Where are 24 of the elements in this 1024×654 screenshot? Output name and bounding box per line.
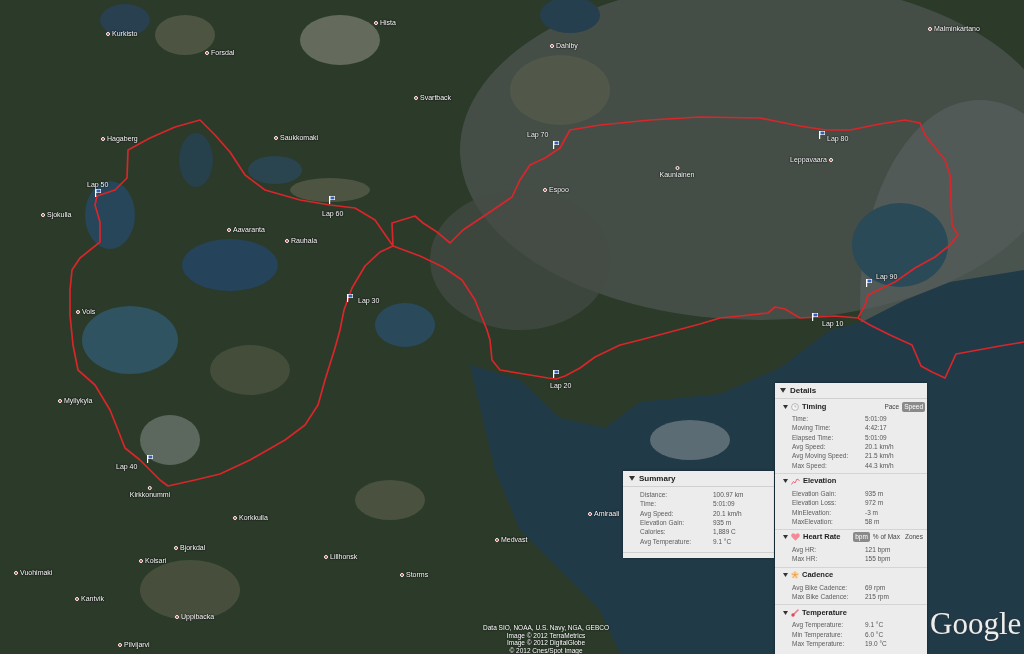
panel-title: Summary xyxy=(639,473,676,484)
flag-icon xyxy=(347,294,353,302)
flag-icon xyxy=(329,196,335,204)
disclosure-triangle-icon[interactable] xyxy=(783,479,788,484)
flag-icon xyxy=(553,141,559,149)
flag-icon xyxy=(553,370,559,378)
panel-title: Details xyxy=(790,385,817,396)
flag-icon xyxy=(819,131,825,139)
clock-icon xyxy=(791,402,799,411)
disclosure-triangle-icon[interactable] xyxy=(783,573,788,578)
disclosure-triangle-icon[interactable] xyxy=(780,388,786,393)
disclosure-triangle-icon[interactable] xyxy=(783,404,788,409)
disclosure-triangle-icon[interactable] xyxy=(629,476,635,481)
flag-icon xyxy=(812,313,818,321)
flag-icon xyxy=(147,455,153,463)
heart-icon xyxy=(791,533,800,542)
line-chart-icon xyxy=(791,477,800,485)
map-logo: Google xyxy=(930,605,1022,643)
flag-icon xyxy=(866,279,872,287)
flag-icon xyxy=(95,189,101,197)
thermometer-icon xyxy=(791,608,799,617)
disclosure-triangle-icon[interactable] xyxy=(783,610,788,615)
pinwheel-icon xyxy=(791,571,799,580)
disclosure-triangle-icon[interactable] xyxy=(783,535,788,540)
